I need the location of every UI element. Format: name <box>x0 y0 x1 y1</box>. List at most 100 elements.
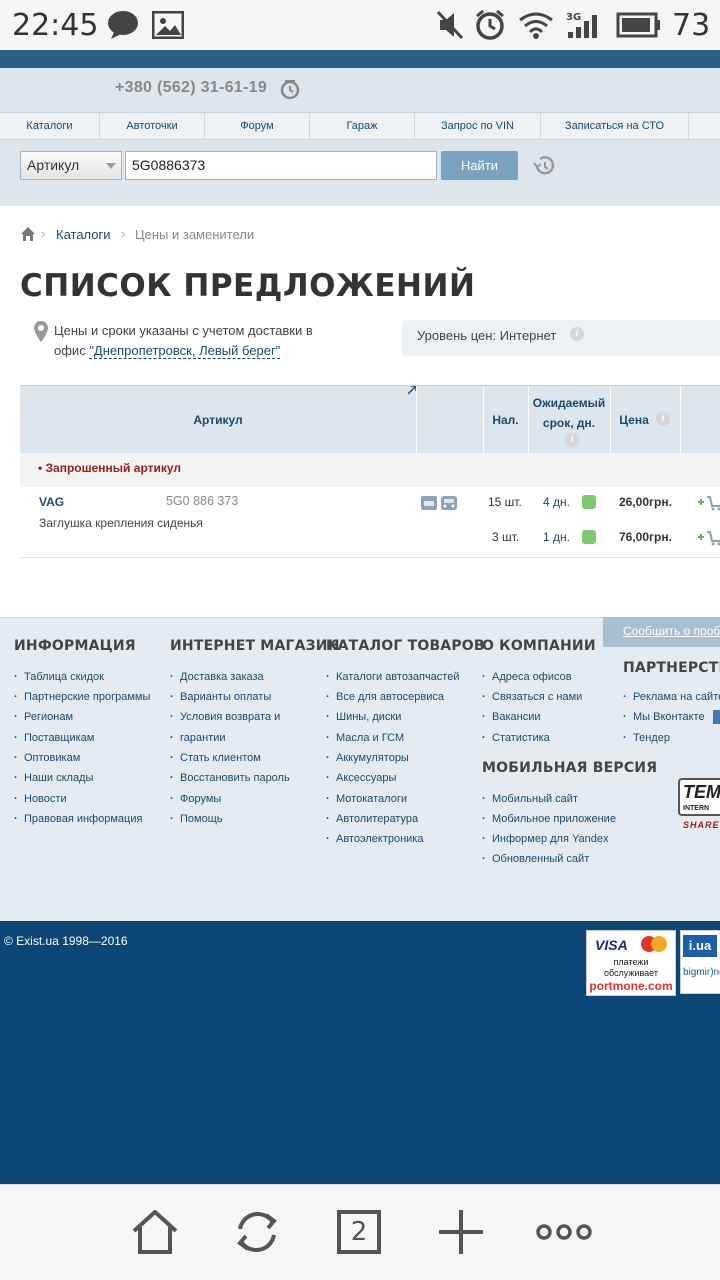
footer-link[interactable]: Правовая информация <box>14 813 142 825</box>
mute-icon <box>436 10 464 40</box>
report-problem-label: Сообщить о проблеме <box>623 624 720 638</box>
mastercard-icon <box>641 936 667 952</box>
footer-link[interactable]: Регионам <box>14 711 73 723</box>
info-card-icon[interactable] <box>420 495 438 511</box>
footer-col-title: ПАРТНЕРСТВО <box>623 660 720 676</box>
nav-vin-request[interactable]: Запрос по VIN <box>415 113 541 140</box>
add-to-cart-icon[interactable] <box>698 494 720 512</box>
footer-link[interactable]: Связаться с нами <box>482 691 582 703</box>
footer-link[interactable]: Новости <box>14 793 66 805</box>
footer-link[interactable]: Адреса офисов <box>482 671 572 683</box>
sort-arrow-icon[interactable] <box>408 386 416 394</box>
footer-link[interactable]: Стать клиентом <box>170 752 261 764</box>
footer-link[interactable]: Реклама на сайте <box>623 691 720 703</box>
price-level-label: Уровень цен: Интернет <box>417 328 557 343</box>
tem-share: SHARE <box>683 820 720 830</box>
search-input[interactable]: 5G0886373 <box>125 151 437 180</box>
footer-link[interactable]: Варианты оплаты <box>170 691 271 703</box>
payment-line1: платежи <box>613 957 649 967</box>
tabs-button[interactable]: 2 <box>337 1210 381 1254</box>
nav-catalogs[interactable]: Каталоги <box>0 113 100 140</box>
new-tab-icon[interactable] <box>436 1207 486 1257</box>
offer-term: 4 дн. <box>543 495 570 509</box>
portmone-badge[interactable]: VISA платежи обслуживает portmone.com <box>586 930 676 996</box>
more-menu-icon[interactable] <box>536 1220 592 1244</box>
svg-text:3G: 3G <box>566 12 581 23</box>
footer-link[interactable]: Все для автосервиса <box>326 691 444 703</box>
footer-link[interactable]: Мотокаталоги <box>326 793 407 805</box>
tem-logo[interactable]: TEM INTERN <box>678 778 720 816</box>
refresh-icon[interactable] <box>232 1207 282 1257</box>
footer-link[interactable]: Доставка заказа <box>170 671 264 683</box>
search-button[interactable]: Найти <box>441 151 518 180</box>
delivery-office-link[interactable]: "Днепропетровск, Левый берег" <box>89 343 281 359</box>
offer-price: 76,00грн. <box>619 530 672 544</box>
footer-link[interactable]: Автолитература <box>326 813 418 825</box>
footer-link[interactable]: Помощь <box>170 813 222 825</box>
price-level-box: Уровень цен: Интернет i <box>402 320 720 356</box>
offer-term: 1 дн. <box>543 530 570 544</box>
footer-link[interactable]: Наши склады <box>14 772 93 784</box>
payment-line2: обслуживает <box>604 968 658 978</box>
offer-qty: 3 шт. <box>492 530 520 544</box>
nav-autopoints[interactable]: Автоточки <box>100 113 205 140</box>
offer-brand[interactable]: VAG <box>39 495 64 509</box>
car-icon[interactable] <box>440 495 458 511</box>
header-stock: Нал. <box>492 413 519 427</box>
footer-col-title: МОБИЛЬНАЯ ВЕРСИЯ <box>482 760 658 776</box>
header-term: Ожидаемый срок, дн. <box>532 396 606 430</box>
footer-link[interactable]: Автоэлектроника <box>326 833 424 845</box>
footer-link[interactable]: Обновленный сайт <box>482 853 589 865</box>
help-icon[interactable]: i <box>565 433 579 447</box>
header-article[interactable]: Артикул <box>20 413 416 427</box>
nav-garage[interactable]: Гараж <box>310 113 415 140</box>
footer-col-title: О КОМПАНИИ <box>482 638 596 654</box>
footer-link[interactable]: Оптовикам <box>14 752 80 764</box>
help-icon[interactable]: i <box>656 412 670 426</box>
breadcrumb-chevron-icon: › <box>121 226 126 241</box>
footer-link[interactable]: Партнерские программы <box>14 691 150 703</box>
copyright: © Exist.ua 1998—2016 <box>4 934 128 948</box>
search-type-select[interactable]: Артикул <box>20 151 122 180</box>
vk-icon[interactable] <box>713 710 720 724</box>
home-icon[interactable] <box>20 226 36 242</box>
nav-service-signup[interactable]: Записаться на СТО <box>541 113 689 140</box>
footer-link[interactable]: Тендер <box>623 732 670 744</box>
help-icon[interactable]: i <box>570 327 584 341</box>
clock-icon[interactable] <box>279 78 301 100</box>
footer-link[interactable]: Таблица скидок <box>14 671 104 683</box>
footer-link[interactable]: Аккумуляторы <box>326 752 409 764</box>
offers-table-header: Артикул Нал. Ожидаемый срок, дн. i Цена … <box>20 385 720 454</box>
footer-link[interactable]: Статистика <box>482 732 550 744</box>
breadcrumb-catalogs[interactable]: Каталоги <box>56 227 111 242</box>
footer-link[interactable]: Аксессуары <box>326 772 396 784</box>
footer-link[interactable]: Каталоги автозапчастей <box>326 671 460 683</box>
alarm-icon <box>476 9 504 40</box>
bigmir-text: bigmir)net <box>683 967 720 978</box>
iua-badge[interactable]: i.ua bigmir)net <box>680 930 720 994</box>
home-icon[interactable] <box>130 1207 180 1257</box>
footer-link[interactable]: Условия возврата и <box>170 711 280 723</box>
footer-link[interactable]: Шины, диски <box>326 711 401 723</box>
footer-link[interactable]: Информер для Yandex <box>482 833 609 845</box>
header-strip <box>0 50 720 68</box>
report-problem-button[interactable]: Сообщить о проблеме <box>603 617 720 647</box>
footer-link[interactable]: Мобильный сайт <box>482 793 578 805</box>
main-nav: Каталоги Автоточки Форум Гараж Запрос по… <box>0 112 720 140</box>
footer-link[interactable]: Форумы <box>170 793 221 805</box>
footer-link[interactable]: Мы Вконтакте <box>623 711 705 723</box>
footer-link[interactable]: Мобильное приложение <box>482 813 616 825</box>
history-icon[interactable] <box>532 155 556 177</box>
offer-price: 26,00грн. <box>619 495 672 509</box>
footer-link[interactable]: Поставщикам <box>14 732 94 744</box>
header-phone[interactable]: +380 (562) 31-61-19 <box>115 79 267 97</box>
footer-link-continued[interactable]: гарантии <box>170 732 225 744</box>
footer-link[interactable]: Восстановить пароль <box>170 772 290 784</box>
footer-link[interactable]: Вакансии <box>482 711 540 723</box>
footer-link[interactable]: Масла и ГСМ <box>326 732 404 744</box>
footer-col-title: КАТАЛОГ ТОВАРОВ <box>326 638 485 654</box>
header-price[interactable]: Цена <box>610 413 658 427</box>
signal-3g-icon: 3G <box>566 12 597 38</box>
add-to-cart-icon[interactable] <box>698 529 720 547</box>
nav-forum[interactable]: Форум <box>205 113 310 140</box>
